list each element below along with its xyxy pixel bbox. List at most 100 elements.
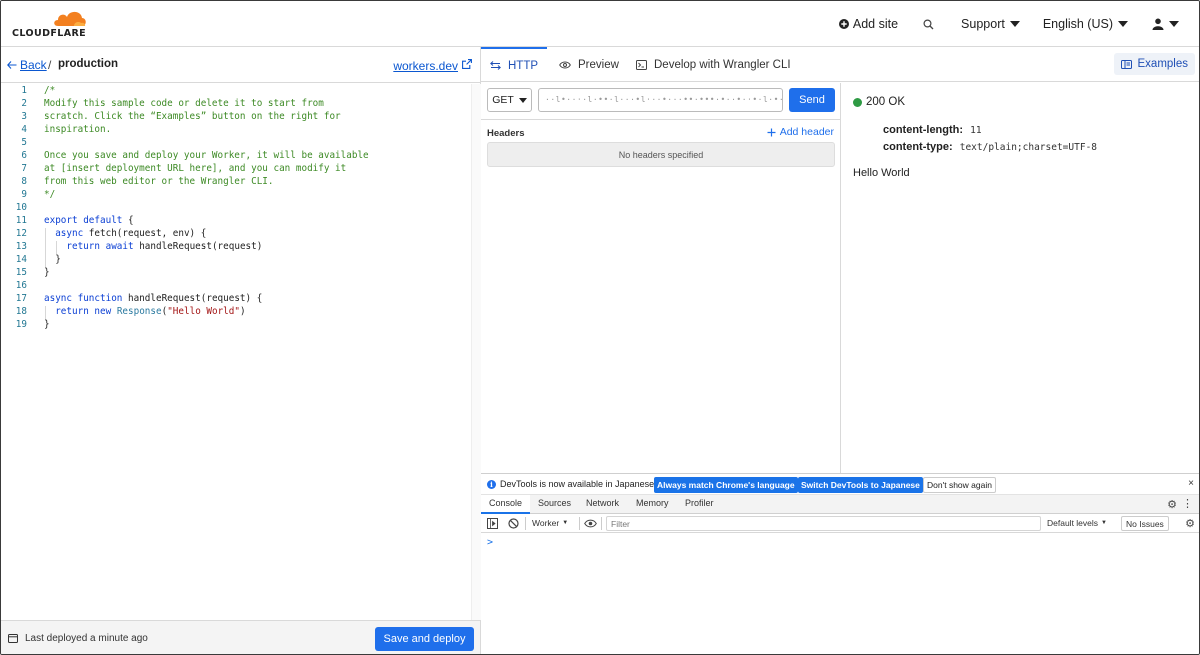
- code-line[interactable]: 17 async function handleRequest(request) …: [1, 293, 471, 306]
- back-label: Back: [20, 58, 47, 72]
- indent-guide: [56, 241, 57, 254]
- examples-button[interactable]: Examples: [1113, 53, 1195, 75]
- external-link-icon[interactable]: [462, 58, 472, 72]
- line-number: 5: [21, 137, 27, 148]
- code-line[interactable]: 8 from this web editor or the Wrangler CL…: [1, 176, 471, 189]
- dont-show-again-button[interactable]: Don't show again: [923, 477, 996, 493]
- add-header-button[interactable]: Add header: [767, 126, 834, 138]
- language-menu[interactable]: English (US): [1043, 1, 1128, 47]
- save-and-deploy-button[interactable]: Save and deploy: [375, 627, 474, 651]
- devtools-language-banner: i DevTools is now available in Japanese!…: [481, 474, 1199, 495]
- code-line[interactable]: 5: [1, 137, 471, 150]
- eye-icon[interactable]: [584, 518, 597, 529]
- worker-name: production: [58, 58, 119, 70]
- tab-preview[interactable]: Preview: [559, 47, 619, 82]
- response-body: Hello World: [853, 167, 910, 179]
- always-match-language-button[interactable]: Always match Chrome's language: [654, 477, 798, 493]
- method-select[interactable]: GET: [487, 88, 532, 112]
- code-text: export default {: [44, 215, 134, 226]
- cloudflare-logo[interactable]: CLOUDFLARE: [12, 9, 92, 41]
- code-editor[interactable]: 1 /* 2 Modify this sample code or delete it…: [1, 84, 471, 620]
- code-line[interactable]: 4 inspiration.: [1, 124, 471, 137]
- chevron-down-icon: [1009, 21, 1020, 27]
- code-line[interactable]: 10: [1, 202, 471, 215]
- context-selector[interactable]: Worker ▼: [532, 518, 568, 528]
- editor-footer: Last deployed a minute ago Save and depl…: [1, 620, 480, 654]
- search-button[interactable]: [923, 1, 934, 47]
- code-line[interactable]: 1 /*: [1, 85, 471, 98]
- issues-button[interactable]: No Issues: [1121, 516, 1169, 531]
- add-site-label: Add site: [852, 17, 899, 31]
- clear-console-icon[interactable]: [508, 518, 519, 529]
- code-line[interactable]: 2 Modify this sample code or delete it to…: [1, 98, 471, 111]
- code-line[interactable]: 14 }: [1, 254, 471, 267]
- sidebar-toggle-icon[interactable]: [487, 518, 498, 529]
- header-key: content-length:: [883, 124, 964, 136]
- top-bar: CLOUDFLARE Add site Support English (US): [1, 1, 1199, 47]
- send-button[interactable]: Send: [789, 88, 835, 112]
- console-filter-input[interactable]: Filter: [606, 516, 1041, 531]
- editor-scrollbar[interactable]: [471, 84, 481, 620]
- log-levels-select[interactable]: Default levels ▼: [1047, 518, 1107, 528]
- deploy-status-text: Last deployed a minute ago: [25, 633, 148, 644]
- user-menu[interactable]: [1152, 1, 1179, 47]
- breadcrumb: Back / production workers.dev: [1, 47, 480, 83]
- gear-icon[interactable]: ⚙: [1167, 498, 1177, 511]
- tab-wrangler[interactable]: Develop with Wrangler CLI: [636, 47, 791, 82]
- console-settings-icon[interactable]: ⚙: [1185, 517, 1195, 530]
- back-link[interactable]: Back: [7, 58, 47, 72]
- code-line[interactable]: 11 export default {: [1, 215, 471, 228]
- code-line[interactable]: 16: [1, 280, 471, 293]
- support-menu[interactable]: Support: [961, 1, 1020, 47]
- tab-preview-label: Preview: [578, 58, 619, 71]
- caret-down-icon: ▼: [562, 520, 569, 526]
- code-line[interactable]: 12 async fetch(request, env) {: [1, 228, 471, 241]
- code-line[interactable]: 19}: [1, 319, 471, 332]
- code-text: }: [44, 319, 50, 330]
- code-line[interactable]: 9 */: [1, 189, 471, 202]
- tab-http[interactable]: HTTP: [481, 47, 547, 82]
- line-number: 9: [21, 189, 27, 200]
- context-label: Worker: [532, 518, 560, 528]
- switch-to-japanese-button[interactable]: Switch DevTools to Japanese: [798, 477, 923, 493]
- code-line[interactable]: 15}: [1, 267, 471, 280]
- line-number: 6: [21, 150, 27, 161]
- devtools-tab-sources[interactable]: Sources: [538, 498, 571, 508]
- code-text: scratch. Click the “Examples” button on …: [44, 111, 341, 122]
- search-icon: [923, 18, 934, 30]
- devtools-tab-network[interactable]: Network: [586, 498, 619, 508]
- caret-down-icon: ▼: [1101, 520, 1107, 526]
- console-prompt[interactable]: >: [487, 537, 493, 548]
- code-text: Modify this sample code or delete it to …: [44, 98, 324, 109]
- code-line[interactable]: 13 return await handleRequest(request): [1, 241, 471, 254]
- tab-http-label: HTTP: [507, 59, 539, 72]
- line-number: 3: [21, 111, 27, 122]
- devtools-tab-profiler[interactable]: Profiler: [685, 498, 714, 508]
- devtools-tab-console[interactable]: Console: [481, 495, 531, 514]
- response-pane: 200 OK content-length: 11 content-type: …: [841, 83, 1199, 473]
- status-badge: 200 OK: [853, 96, 905, 108]
- line-number: 4: [21, 124, 27, 135]
- chevron-down-icon: [1118, 21, 1128, 27]
- support-label: Support: [961, 17, 1005, 31]
- levels-label: Default levels: [1047, 518, 1099, 528]
- more-options-icon[interactable]: ⋮: [1182, 497, 1193, 510]
- code-line[interactable]: 18 return new Response("Hello World"): [1, 306, 471, 319]
- line-number: 11: [15, 215, 27, 226]
- add-header-label: Add header: [779, 126, 834, 138]
- status-text: 200 OK: [866, 96, 905, 108]
- terminal-icon: [636, 59, 647, 70]
- code-line[interactable]: 3 scratch. Click the “Examples” button on…: [1, 111, 471, 124]
- workers-dev-link[interactable]: workers.dev: [393, 59, 458, 73]
- close-icon[interactable]: ×: [1188, 478, 1194, 489]
- add-site-button[interactable]: Add site: [838, 1, 899, 47]
- code-line[interactable]: 6 Once you save and deploy your Worker, i…: [1, 150, 471, 163]
- toolbar-divider: [579, 517, 580, 530]
- url-input[interactable]: ··l•··⋅·l·••·l···•l⋅··•···••·•••·•··•·⋅•…: [538, 88, 783, 112]
- eye-icon: [559, 61, 571, 68]
- code-text: return await handleRequest(request): [66, 241, 263, 252]
- line-number: 19: [15, 319, 27, 330]
- code-line[interactable]: 7 at [insert deployment URL here], and yo…: [1, 163, 471, 176]
- tab-bar: HTTP Preview Develop with Wrangler CLI E…: [481, 47, 1199, 82]
- devtools-tab-memory[interactable]: Memory: [636, 498, 669, 508]
